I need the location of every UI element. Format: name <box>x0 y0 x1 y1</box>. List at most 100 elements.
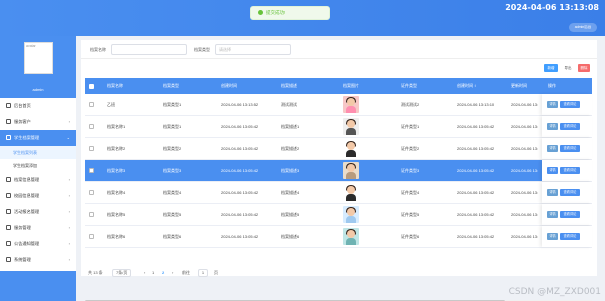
type-select[interactable]: 请选择 <box>215 44 291 55</box>
table-cell-desc: 档案描述3 <box>281 167 300 173</box>
archive-image[interactable] <box>343 162 359 179</box>
column-header[interactable]: 档案描述 <box>281 78 297 94</box>
table-cell-time: 2024-04-06 13:13:52 <box>221 102 259 107</box>
row-checkbox[interactable] <box>89 190 94 195</box>
column-header[interactable]: 档案名称 <box>107 78 123 94</box>
column-header[interactable]: 更新时间 <box>511 78 527 94</box>
sidebar-item-1[interactable]: 服务客户 › <box>0 114 76 130</box>
table-cell-time: 2024-04-06 13:05:42 <box>221 124 259 129</box>
table-row[interactable]: 档案名称4 档案类型4 2024-04-06 13:05:42 档案描述4 证件类型4 2… <box>85 182 592 204</box>
table-cell-cert: 证件类型1 <box>401 123 420 129</box>
add-button[interactable]: 新增 <box>544 64 558 72</box>
column-header[interactable]: 创建时间 ↕ <box>457 78 476 94</box>
archive-image[interactable] <box>343 184 359 201</box>
clock: 2024-04-06 13:13:08 <box>505 3 599 12</box>
row-checkbox[interactable] <box>89 168 94 173</box>
row-checkbox[interactable] <box>89 234 94 239</box>
body-shape <box>346 128 356 135</box>
detail-button[interactable]: 详情 <box>547 167 558 174</box>
detail-button[interactable]: 详情 <box>547 123 558 130</box>
table-row[interactable]: 档案名称2 档案类型2 2024-04-06 13:05:42 档案描述2 证件类型2 2… <box>85 138 592 160</box>
table-row[interactable]: 乙班 档案类型1 2024-04-06 13:13:52 测试测试 测试测试2 2024-… <box>85 94 592 116</box>
chevron-icon: › <box>68 193 70 198</box>
folder-icon <box>6 135 11 141</box>
sidebar-item-9[interactable]: 公告通知管理 › <box>0 236 76 252</box>
next-page-button[interactable]: › <box>172 268 173 278</box>
row-checkbox[interactable] <box>89 124 94 129</box>
table-row[interactable]: 档案名称6 档案类型6 2024-04-06 13:05:42 档案描述6 证件类型6 2… <box>85 226 592 248</box>
detail-button[interactable]: 详情 <box>547 101 558 108</box>
table-cell-time: 2024-04-06 13:05:42 <box>221 168 259 173</box>
goto-label: 前往 <box>182 270 190 275</box>
face-shape <box>347 120 355 128</box>
face-shape <box>347 208 355 216</box>
sidebar-item-6[interactable]: 校园信息管理 › <box>0 188 76 204</box>
column-header[interactable]: 档案图片 <box>343 78 359 94</box>
sidebar-item-5[interactable]: 档案信息管理 › <box>0 172 76 188</box>
user-icon <box>6 119 11 125</box>
page-size-select[interactable]: 7条/页 <box>112 269 132 277</box>
table-cell-time: 2024-04-06 13:05:42 <box>221 234 259 239</box>
column-header[interactable]: 创建时间 <box>221 78 237 94</box>
detail-button[interactable]: 详情 <box>547 145 558 152</box>
body-shape <box>346 216 356 223</box>
user-menu-button[interactable]: admin后台 <box>569 23 597 32</box>
sidebar-item-8[interactable]: 服务管理 › <box>0 220 76 236</box>
goto-input[interactable]: 1 <box>198 269 208 277</box>
table-cell-time: 2024-04-06 13:05:42 <box>221 212 259 217</box>
archive-image[interactable] <box>343 206 359 223</box>
view-comments-button[interactable]: 查看评论 <box>560 211 580 218</box>
table-row[interactable]: 档案名称5 档案类型5 2024-04-06 13:05:42 档案描述5 证件类型5 2… <box>85 204 592 226</box>
table-cell-updated: 2024-04-06 13: <box>511 234 539 239</box>
page-2[interactable]: 2 <box>162 268 164 278</box>
sidebar-item-4[interactable]: 学生档案添加 <box>0 159 76 172</box>
row-checkbox[interactable] <box>89 146 94 151</box>
export-button[interactable]: 导出 <box>561 64 575 72</box>
table-cell-cert: 测试测试2 <box>401 101 420 107</box>
prev-page-button[interactable]: ‹ <box>144 268 145 278</box>
sidebar-item-3[interactable]: 学生档案列表 <box>0 146 76 159</box>
archive-image[interactable] <box>343 140 359 157</box>
page-1[interactable]: 1 <box>152 268 154 278</box>
detail-button[interactable]: 详情 <box>547 189 558 196</box>
column-header[interactable]: 证件类型 <box>401 78 417 94</box>
table-row[interactable]: 档案名称3 档案类型3 2024-04-06 13:05:42 档案描述3 证件类型3 2… <box>85 160 592 182</box>
select-all-checkbox[interactable] <box>89 83 94 89</box>
view-comments-button[interactable]: 查看评论 <box>560 167 580 174</box>
table-cell-name: 档案名称2 <box>107 145 126 151</box>
row-actions: 详情 查看评论 <box>542 204 592 225</box>
view-comments-button[interactable]: 查看评论 <box>560 101 580 108</box>
table-cell-name: 档案名称3 <box>107 167 126 173</box>
delete-button[interactable]: 删除 <box>578 64 590 72</box>
table-cell-time: 2024-04-06 13:05:42 <box>221 190 259 195</box>
detail-button[interactable]: 详情 <box>547 211 558 218</box>
row-checkbox[interactable] <box>89 102 94 107</box>
row-checkbox[interactable] <box>89 212 94 217</box>
chevron-icon: › <box>68 241 70 246</box>
table-cell-desc: 档案描述4 <box>281 189 300 195</box>
gear-icon <box>6 193 11 199</box>
search-input[interactable] <box>111 44 187 55</box>
table-cell-created: 2024-04-06 13:05:42 <box>457 190 495 195</box>
table-cell-updated: 2024-04-06 13: <box>511 212 539 217</box>
data-table: 档案名称 档案类型 创建时间 档案描述 档案图片 证件类型 创建时间 ↕ 更新时间 操作 乙班档… <box>85 78 592 248</box>
sidebar-item-7[interactable]: 活动报名管理 › <box>0 204 76 220</box>
view-comments-button[interactable]: 查看评论 <box>560 189 580 196</box>
table-row[interactable]: 档案名称1 档案类型1 2024-04-06 13:05:42 档案描述1 证件类型1 2… <box>85 116 592 138</box>
sidebar-item-10[interactable]: 系统管理 › <box>0 252 76 268</box>
view-comments-button[interactable]: 查看评论 <box>560 145 580 152</box>
table-cell-cert: 证件类型3 <box>401 167 420 173</box>
archive-image[interactable] <box>343 96 359 113</box>
body-shape <box>346 106 356 113</box>
archive-image[interactable] <box>343 118 359 135</box>
view-comments-button[interactable]: 查看评论 <box>560 123 580 130</box>
view-comments-button[interactable]: 查看评论 <box>560 233 580 240</box>
face-shape <box>347 186 355 194</box>
detail-button[interactable]: 详情 <box>547 233 558 240</box>
table-cell-desc: 档案描述1 <box>281 123 300 129</box>
sidebar-item-2[interactable]: 学生档案管理 ⌄ <box>0 130 76 146</box>
table-cell-name: 档案名称5 <box>107 211 126 217</box>
column-header[interactable]: 档案类型 <box>163 78 179 94</box>
archive-image[interactable] <box>343 228 359 245</box>
sidebar-item-0[interactable]: 后台首页 <box>0 98 76 114</box>
